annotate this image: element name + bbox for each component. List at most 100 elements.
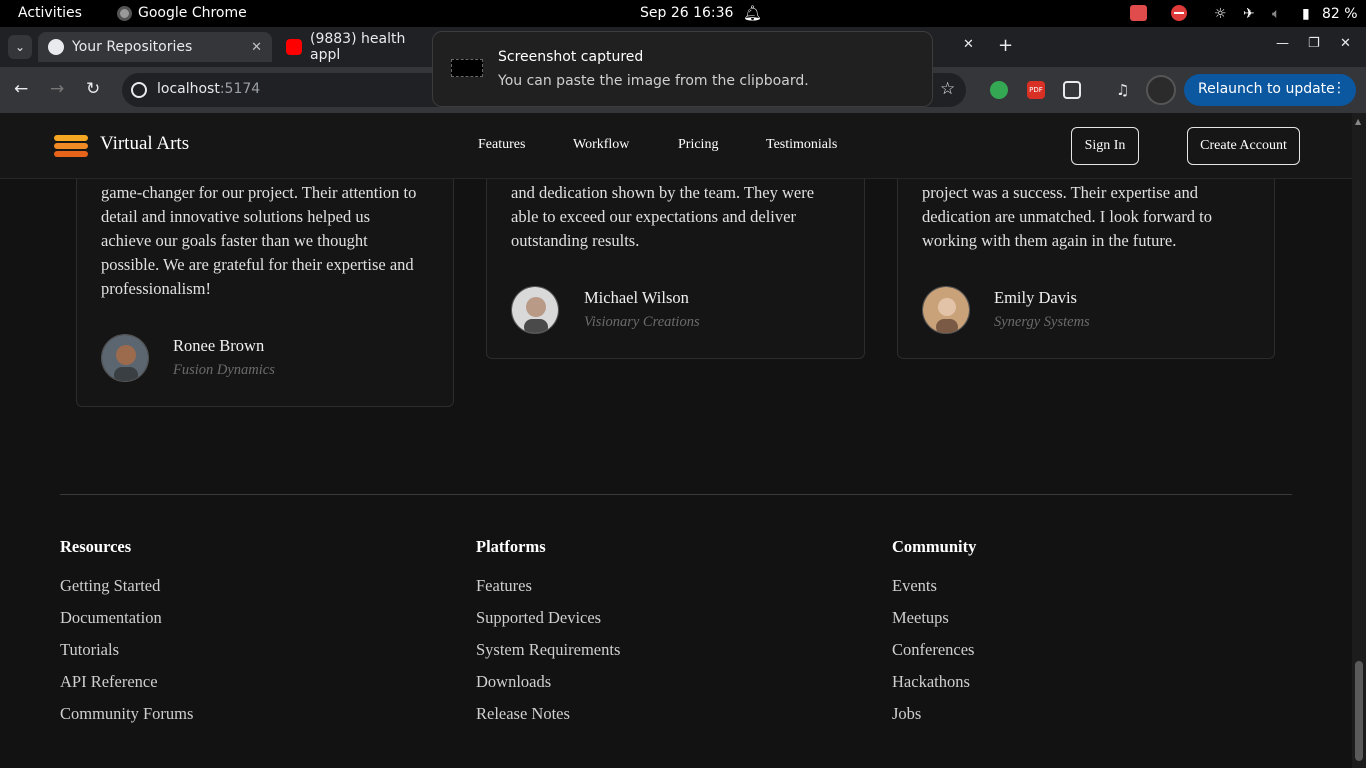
- testimonial-quote: and dedication shown by the team. They w…: [511, 181, 814, 253]
- nav-testimonials[interactable]: Testimonials: [766, 137, 837, 153]
- avatar: [511, 286, 559, 334]
- footer-link[interactable]: Events: [892, 576, 976, 608]
- testimonial-company: Visionary Creations: [584, 314, 700, 330]
- youtube-icon: [286, 39, 302, 55]
- clock[interactable]: Sep 26 16:36: [640, 5, 733, 21]
- quote-line: detail and innovative solutions helped u…: [101, 207, 370, 226]
- back-icon[interactable]: ←: [14, 79, 28, 99]
- footer-link[interactable]: Hackathons: [892, 672, 976, 704]
- maximize-icon[interactable]: ❐: [1308, 36, 1320, 51]
- do-not-disturb-icon[interactable]: [1171, 5, 1187, 21]
- url-port: :5174: [219, 81, 261, 97]
- quote-line: dedication are unmatched. I look forward…: [922, 207, 1213, 226]
- quote-line: project was a success. Their expertise a…: [922, 183, 1198, 202]
- testimonial-name: Michael Wilson: [584, 288, 689, 307]
- nav-workflow[interactable]: Workflow: [573, 137, 629, 153]
- quote-line: game-changer for our project. Their atte…: [101, 183, 417, 202]
- tab-title: (9883) health appl: [310, 31, 406, 63]
- footer-column-resources: Resources Getting Started Documentation …: [60, 537, 193, 736]
- battery-percent: 82 %: [1322, 5, 1358, 22]
- footer-link[interactable]: Tutorials: [60, 640, 193, 672]
- bookmark-star-icon[interactable]: ☆: [940, 79, 955, 99]
- quote-line: professionalism!: [101, 279, 211, 298]
- close-icon[interactable]: ✕: [963, 37, 974, 52]
- window-close-icon[interactable]: ✕: [1340, 36, 1351, 51]
- footer-link[interactable]: Supported Devices: [476, 608, 620, 640]
- footer-link[interactable]: Features: [476, 576, 620, 608]
- testimonial-company: Fusion Dynamics: [173, 362, 275, 378]
- new-tab-icon[interactable]: +: [998, 35, 1013, 56]
- quote-line: possible. We are grateful for their expe…: [101, 255, 414, 274]
- footer-link[interactable]: Documentation: [60, 608, 193, 640]
- screenshot-thumbnail: [451, 59, 483, 77]
- avatar: [922, 286, 970, 334]
- forward-icon[interactable]: →: [50, 79, 64, 99]
- relaunch-to-update-button[interactable]: Relaunch to update ⋮: [1184, 74, 1356, 106]
- footer-column-platforms: Platforms Features Supported Devices Sys…: [476, 537, 620, 736]
- chrome-icon: [117, 5, 132, 21]
- footer-link[interactable]: Getting Started: [60, 576, 193, 608]
- footer-heading: Resources: [60, 537, 132, 556]
- minimize-icon[interactable]: —: [1276, 36, 1289, 51]
- more-menu-icon[interactable]: ⋮: [1332, 80, 1346, 96]
- brand-name[interactable]: Virtual Arts: [100, 133, 189, 155]
- screenshot-notification[interactable]: Screenshot captured You can paste the im…: [432, 31, 933, 107]
- notification-title: Screenshot captured: [498, 49, 644, 65]
- notification-body: You can paste the image from the clipboa…: [498, 73, 809, 89]
- testimonial-name: Emily Davis: [994, 288, 1077, 307]
- create-account-button[interactable]: Create Account: [1187, 127, 1300, 165]
- app-menu[interactable]: Google Chrome: [117, 5, 247, 21]
- green-extension-icon[interactable]: [990, 81, 1008, 99]
- pdf-extension-icon[interactable]: PDF: [1027, 81, 1045, 99]
- footer-heading: Community: [892, 537, 977, 556]
- tab-search-button[interactable]: ⌄: [8, 35, 32, 59]
- relaunch-label: Relaunch to update: [1198, 81, 1335, 97]
- github-icon: [48, 39, 64, 55]
- reload-icon[interactable]: ↻: [86, 79, 100, 99]
- tab-title: Your Repositories: [72, 39, 193, 55]
- site-info-icon[interactable]: [131, 82, 147, 98]
- extensions-puzzle-icon[interactable]: [1063, 81, 1081, 99]
- footer-link[interactable]: Jobs: [892, 704, 976, 736]
- testimonial-quote: project was a success. Their expertise a…: [922, 181, 1212, 253]
- footer-link[interactable]: Release Notes: [476, 704, 620, 736]
- footer-link[interactable]: System Requirements: [476, 640, 620, 672]
- quote-line: achieve our goals faster than we thought: [101, 231, 368, 250]
- url-host: localhost: [157, 81, 220, 97]
- activities-button[interactable]: Activities: [18, 5, 82, 21]
- tab-youtube[interactable]: (9883) health appl: [276, 31, 446, 63]
- testimonial-company: Synergy Systems: [994, 314, 1090, 330]
- nav-features[interactable]: Features: [478, 137, 525, 153]
- logo-icon[interactable]: [54, 135, 88, 157]
- anydesk-tray-icon[interactable]: [1130, 5, 1147, 21]
- quote-line: working with them again in the future.: [922, 231, 1177, 250]
- footer-column-community: Community Events Meetups Conferences Hac…: [892, 537, 976, 736]
- bell-icon: 🔔︎: [743, 4, 763, 22]
- media-controls-icon[interactable]: ♫: [1116, 81, 1134, 99]
- quote-line: outstanding results.: [511, 231, 640, 250]
- quote-line: and dedication shown by the team. They w…: [511, 183, 815, 202]
- footer-heading: Platforms: [476, 537, 546, 556]
- quote-line: able to exceed our expectations and deli…: [511, 207, 796, 226]
- footer-link[interactable]: Meetups: [892, 608, 976, 640]
- url-text[interactable]: localhost:5174: [157, 81, 260, 97]
- nav-pricing[interactable]: Pricing: [678, 137, 718, 153]
- tab-your-repositories[interactable]: Your Repositories ✕: [38, 32, 272, 62]
- scrollbar-thumb[interactable]: [1355, 661, 1363, 761]
- page-scrollbar[interactable]: ▲: [1352, 113, 1366, 768]
- avatar: [101, 334, 149, 382]
- app-name: Google Chrome: [138, 5, 247, 21]
- close-icon[interactable]: ✕: [251, 40, 262, 55]
- footer-divider: [60, 494, 1292, 495]
- sign-in-button[interactable]: Sign In: [1071, 127, 1139, 165]
- footer-link[interactable]: Downloads: [476, 672, 620, 704]
- web-page: game-changer for our project. Their atte…: [0, 113, 1366, 768]
- scroll-up-icon[interactable]: ▲: [1355, 117, 1361, 126]
- footer-link[interactable]: Conferences: [892, 640, 976, 672]
- footer-link[interactable]: Community Forums: [60, 704, 193, 736]
- system-top-bar: Activities Google Chrome Sep 26 16:36 🔔︎…: [0, 0, 1366, 27]
- testimonial-quote: game-changer for our project. Their atte…: [101, 181, 416, 301]
- profile-avatar[interactable]: [1146, 75, 1176, 105]
- testimonial-name: Ronee Brown: [173, 336, 265, 355]
- footer-link[interactable]: API Reference: [60, 672, 193, 704]
